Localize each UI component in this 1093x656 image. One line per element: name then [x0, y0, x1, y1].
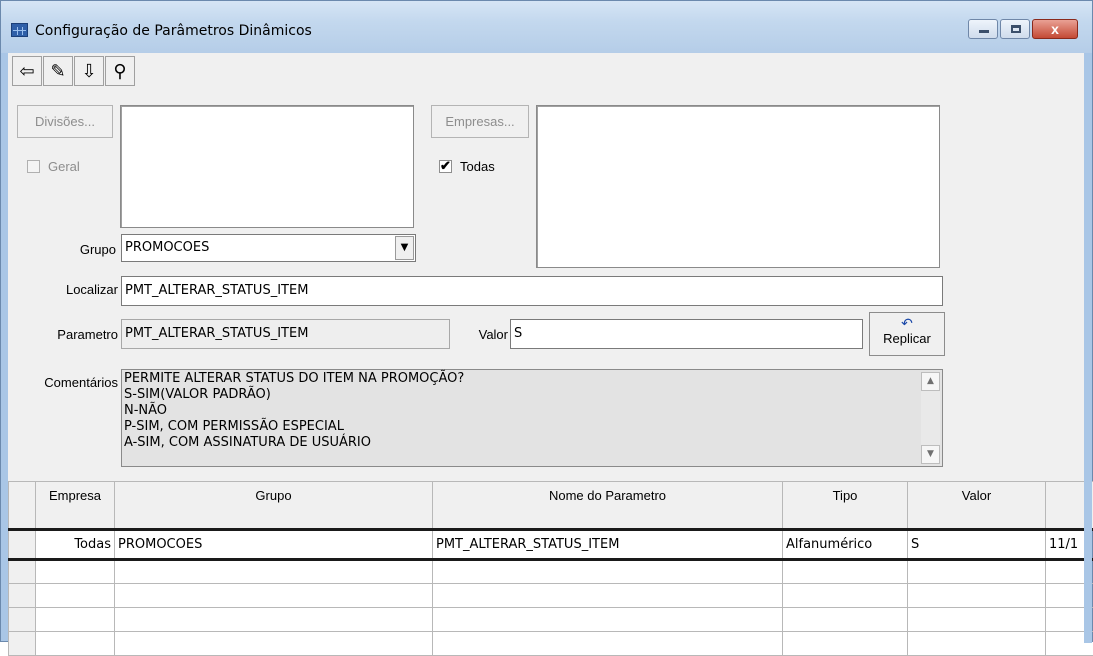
- search-button[interactable]: ⚲: [105, 56, 135, 86]
- toolbar: ⇦ ✎ ⇩ ⚲: [12, 53, 136, 89]
- valor-input[interactable]: S: [510, 319, 863, 349]
- column-header-nome[interactable]: Nome do Parametro: [433, 482, 783, 530]
- table-cell[interactable]: [783, 584, 908, 608]
- exit-door-icon: ⇦: [19, 61, 34, 82]
- table-cell[interactable]: [36, 632, 115, 656]
- close-button[interactable]: x: [1032, 19, 1078, 39]
- window-border-right: [1084, 53, 1092, 643]
- valor-label: Valor: [458, 327, 508, 342]
- clear-button[interactable]: ✎: [43, 56, 73, 86]
- replicar-button[interactable]: ↶ Replicar: [869, 312, 945, 356]
- cell-empresa[interactable]: Todas: [36, 530, 115, 560]
- geral-checkbox-box[interactable]: [27, 160, 40, 173]
- comentario-line: N-NÃO: [124, 403, 942, 419]
- row-indicator[interactable]: [9, 530, 36, 560]
- geral-label: Geral: [48, 159, 80, 174]
- table-cell[interactable]: [36, 608, 115, 632]
- row-indicator-header: [9, 482, 36, 530]
- table-cell[interactable]: [433, 560, 783, 584]
- table-cell[interactable]: [783, 632, 908, 656]
- window-controls: x: [966, 19, 1078, 39]
- todas-checkbox[interactable]: Todas: [439, 159, 495, 174]
- geral-checkbox[interactable]: Geral: [27, 159, 80, 174]
- empresas-button[interactable]: Empresas...: [431, 105, 529, 138]
- minimize-icon: [979, 30, 989, 33]
- column-header-grupo[interactable]: Grupo: [115, 482, 433, 530]
- divisoes-button[interactable]: Divisões...: [17, 105, 113, 138]
- exit-button[interactable]: ⇦: [12, 56, 42, 86]
- table-row[interactable]: [9, 560, 1093, 584]
- row-indicator[interactable]: [9, 584, 36, 608]
- undo-arrow-icon: ↶: [870, 315, 944, 331]
- divisoes-listbox[interactable]: [120, 105, 414, 228]
- table-cell[interactable]: [36, 584, 115, 608]
- localizar-input[interactable]: PMT_ALTERAR_STATUS_ITEM: [121, 276, 943, 306]
- table-row[interactable]: Todas PROMOCOES PMT_ALTERAR_STATUS_ITEM …: [9, 530, 1093, 560]
- table-row[interactable]: [9, 584, 1093, 608]
- table-row[interactable]: [9, 608, 1093, 632]
- table-cell[interactable]: [783, 560, 908, 584]
- row-indicator[interactable]: [9, 560, 36, 584]
- grupo-select-value: PROMOCOES: [125, 240, 209, 255]
- table-row[interactable]: [9, 632, 1093, 656]
- table-cell[interactable]: [908, 632, 1046, 656]
- column-header-empresa[interactable]: Empresa: [36, 482, 115, 530]
- cell-nome[interactable]: PMT_ALTERAR_STATUS_ITEM: [433, 530, 783, 560]
- cell-grupo[interactable]: PROMOCOES: [115, 530, 433, 560]
- replicar-label: Replicar: [883, 331, 931, 346]
- table-cell[interactable]: [908, 560, 1046, 584]
- row-indicator[interactable]: [9, 608, 36, 632]
- parametro-label: Parametro: [28, 327, 118, 342]
- table-cell[interactable]: [433, 584, 783, 608]
- row-indicator[interactable]: [9, 632, 36, 656]
- scroll-down-icon[interactable]: ▼: [921, 445, 940, 464]
- table-cell[interactable]: [115, 584, 433, 608]
- empresas-listbox[interactable]: [536, 105, 940, 268]
- column-header-tipo[interactable]: Tipo: [783, 482, 908, 530]
- eraser-icon: ✎: [50, 61, 65, 82]
- table-cell[interactable]: [115, 608, 433, 632]
- maximize-icon: [1011, 25, 1021, 33]
- table-header-row: Empresa Grupo Nome do Parametro Tipo Val…: [9, 482, 1093, 530]
- parameters-grid: Empresa Grupo Nome do Parametro Tipo Val…: [8, 481, 1085, 643]
- comentario-line: A-SIM, COM ASSINATURA DE USUÁRIO: [124, 435, 942, 451]
- chevron-down-icon[interactable]: ▼: [395, 236, 414, 260]
- table-cell[interactable]: [433, 608, 783, 632]
- comentarios-label: Comentários: [18, 375, 118, 390]
- comentario-line: S-SIM(VALOR PADRÃO): [124, 387, 942, 403]
- maximize-button[interactable]: [1000, 19, 1030, 39]
- comentario-line: PERMITE ALTERAR STATUS DO ITEM NA PROMOÇ…: [124, 371, 942, 387]
- cell-valor[interactable]: S: [908, 530, 1046, 560]
- save-tray-icon: ⇩: [81, 61, 96, 82]
- minimize-button[interactable]: [968, 19, 998, 39]
- comentarios-textarea[interactable]: PERMITE ALTERAR STATUS DO ITEM NA PROMOÇ…: [121, 369, 943, 467]
- parameters-table: Empresa Grupo Nome do Parametro Tipo Val…: [8, 481, 1093, 656]
- save-button[interactable]: ⇩: [74, 56, 104, 86]
- table-cell[interactable]: [36, 560, 115, 584]
- localizar-label: Localizar: [38, 282, 118, 297]
- parametro-field: PMT_ALTERAR_STATUS_ITEM: [121, 319, 450, 349]
- column-header-valor[interactable]: Valor: [908, 482, 1046, 530]
- window-title: Configuração de Parâmetros Dinâmicos: [35, 23, 312, 39]
- client-area: ⇦ ✎ ⇩ ⚲ Divisões... Geral Empresas... To…: [8, 53, 1085, 643]
- grupo-label: Grupo: [48, 242, 116, 257]
- table-cell[interactable]: [433, 632, 783, 656]
- table-cell[interactable]: [115, 560, 433, 584]
- close-icon: x: [1033, 20, 1077, 38]
- grupo-select[interactable]: PROMOCOES ▼: [121, 234, 416, 262]
- table-cell[interactable]: [908, 608, 1046, 632]
- table-cell[interactable]: [783, 608, 908, 632]
- title-bar[interactable]: Configuração de Parâmetros Dinâmicos x: [1, 1, 1092, 53]
- table-cell[interactable]: [115, 632, 433, 656]
- cell-tipo[interactable]: Alfanumérico: [783, 530, 908, 560]
- app-grid-icon: [11, 23, 28, 37]
- table-cell[interactable]: [908, 584, 1046, 608]
- main-window: Configuração de Parâmetros Dinâmicos x ⇦…: [0, 0, 1093, 642]
- binoculars-icon: ⚲: [113, 61, 126, 82]
- comentario-line: P-SIM, COM PERMISSÃO ESPECIAL: [124, 419, 942, 435]
- scroll-up-icon[interactable]: ▲: [921, 372, 940, 391]
- todas-checkbox-box[interactable]: [439, 160, 452, 173]
- comentarios-scrollbar[interactable]: ▲ ▼: [921, 372, 940, 464]
- todas-label: Todas: [460, 159, 495, 174]
